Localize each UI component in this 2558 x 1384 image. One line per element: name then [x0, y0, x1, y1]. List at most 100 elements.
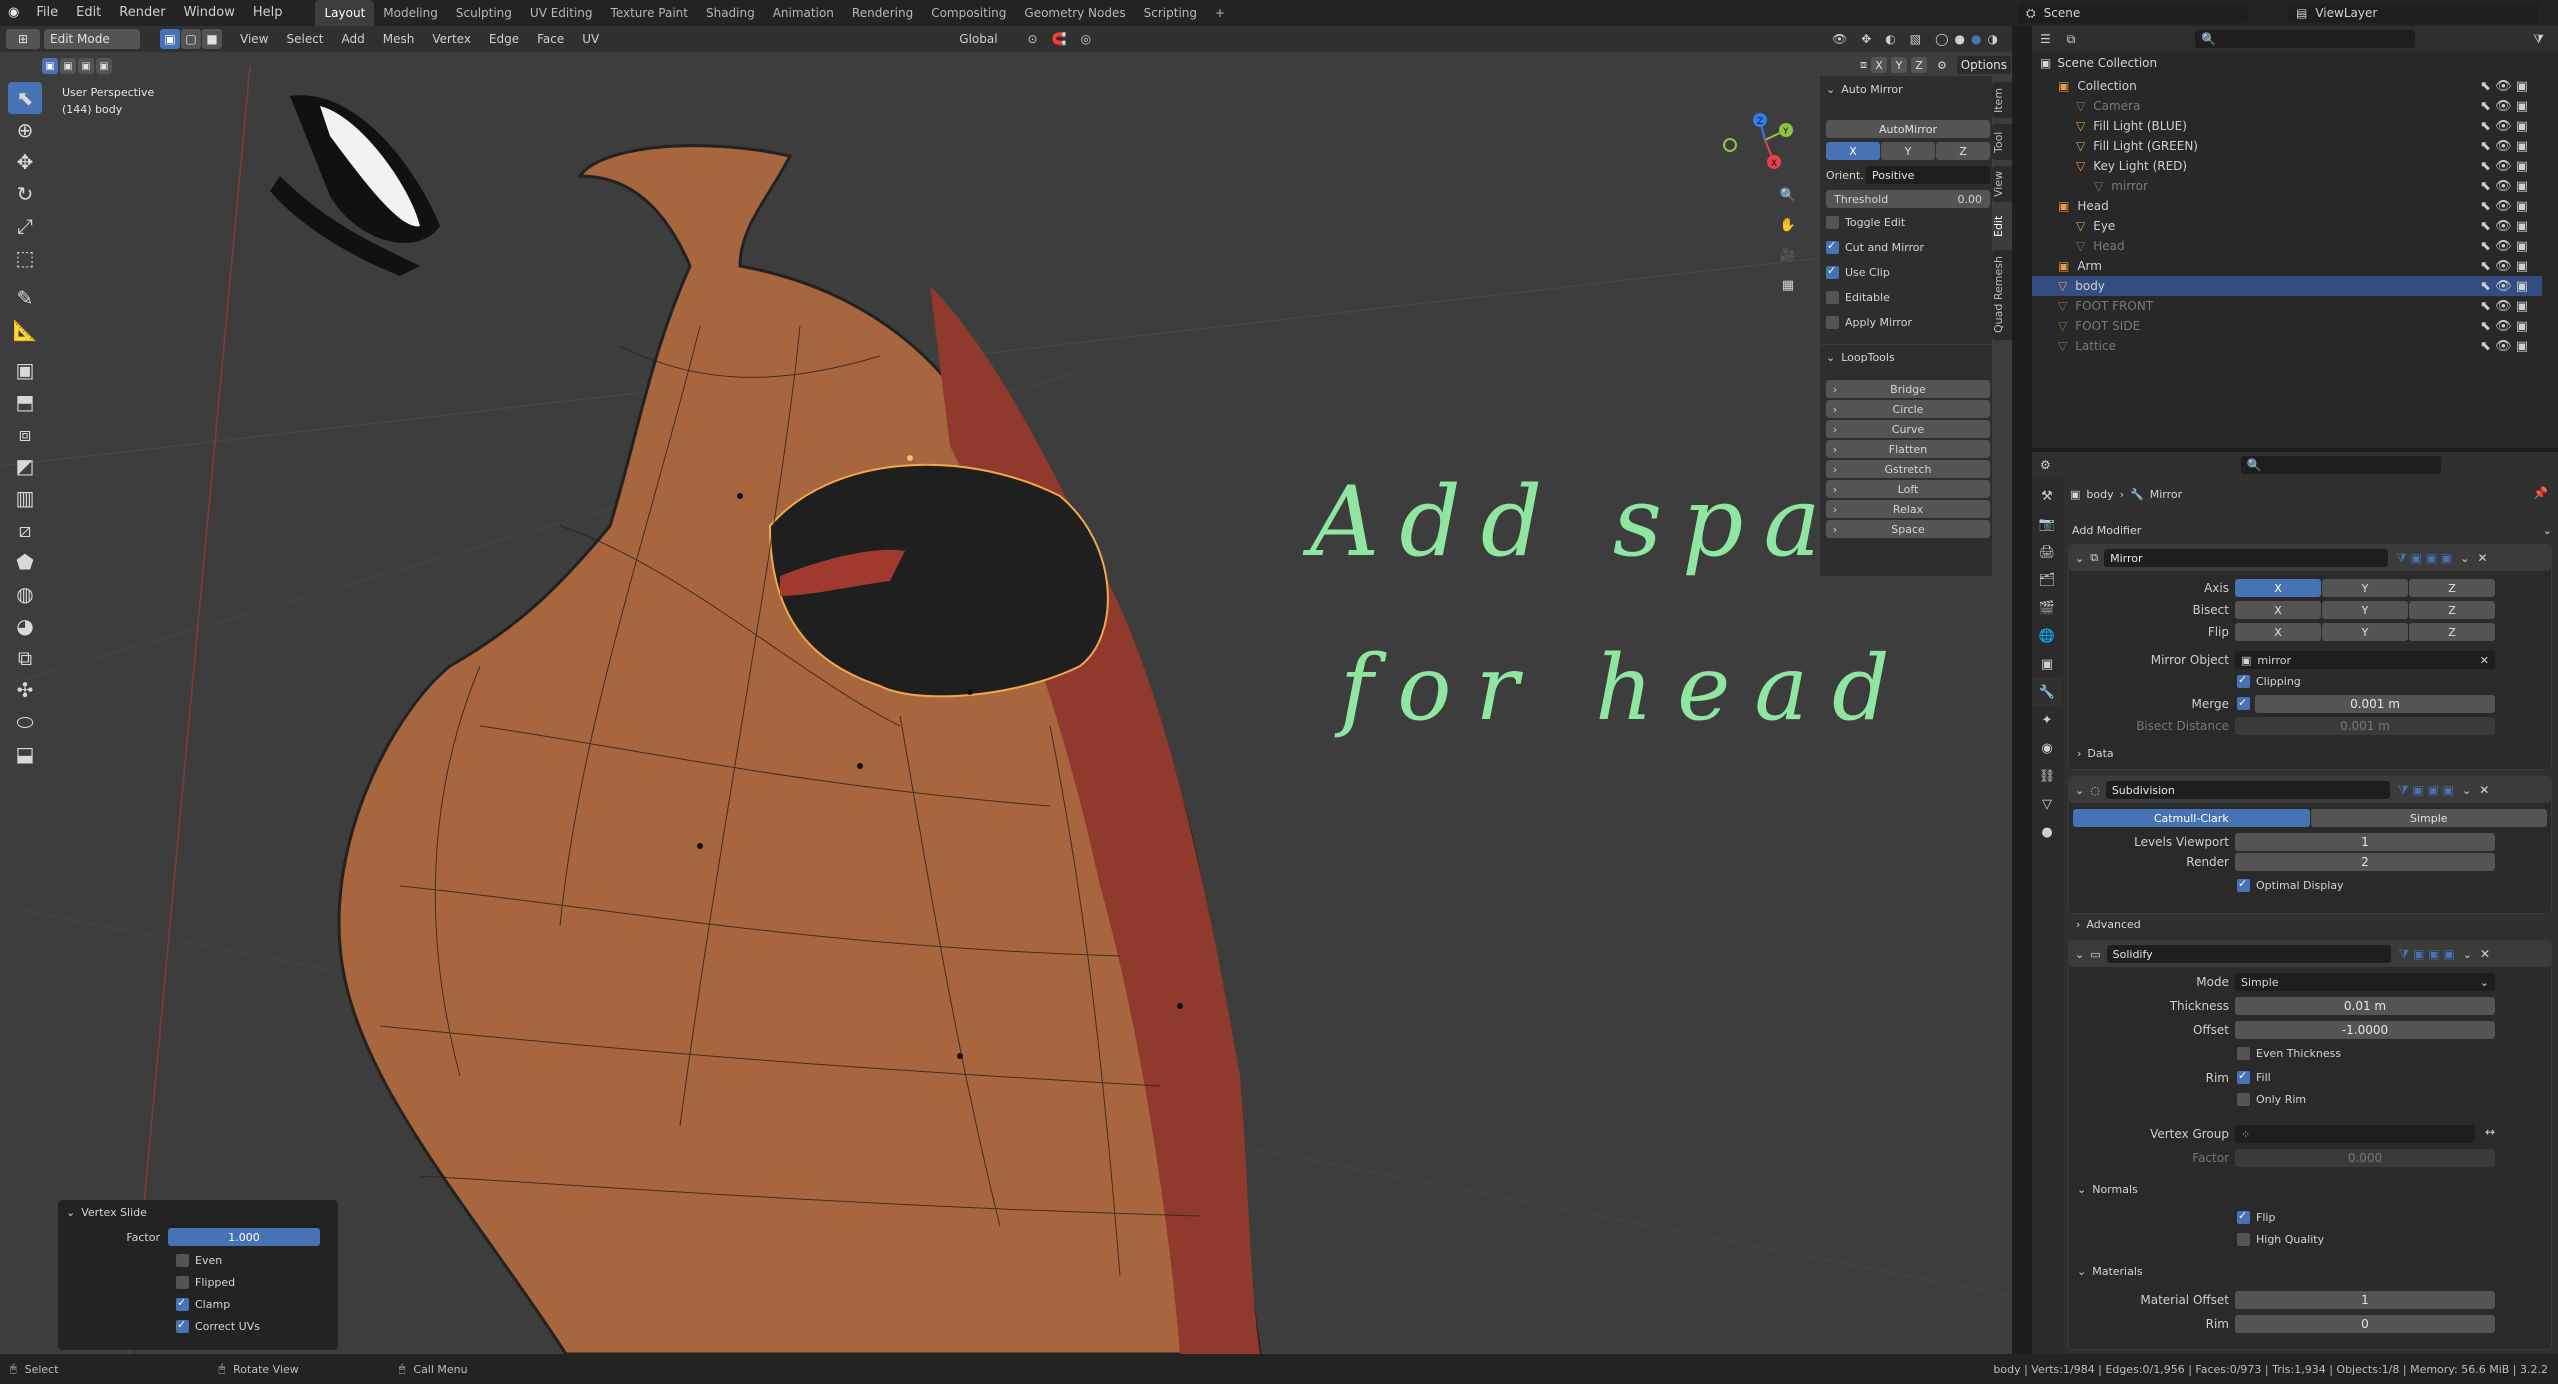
visibility-icon[interactable]: 👁 [1832, 32, 1847, 46]
constraints-tab-icon[interactable]: ⛓ [2032, 762, 2062, 790]
visibility-toggles[interactable]: ⬉ 👁 ▣ [2480, 119, 2528, 134]
use-clip-checkbox[interactable]: Use Clip [1826, 266, 1890, 279]
menu-view[interactable]: View [240, 32, 268, 46]
automirror-axis-x[interactable]: X [1826, 142, 1880, 160]
shrink-tool-icon[interactable]: ✣ [8, 674, 42, 706]
shading-solid-icon[interactable]: ● [1955, 32, 1965, 46]
outliner-search[interactable]: 🔍 [2195, 30, 2416, 48]
looptools-item-gstretch[interactable]: › Gstretch [1826, 460, 1990, 478]
axis-z-toggle[interactable]: Z [2409, 579, 2495, 597]
tab-compositing[interactable]: Compositing [922, 0, 1015, 26]
automirror-axis-y[interactable]: Y [1881, 142, 1935, 160]
bisect-y-toggle[interactable]: Y [2322, 601, 2408, 619]
add-cube-tool-icon[interactable]: ▣ [8, 354, 42, 386]
threshold-field[interactable]: Threshold 0.00 [1826, 190, 1990, 208]
mirror-object-field[interactable]: ▣ mirror ✕ [2235, 651, 2495, 669]
shading-rendered-icon[interactable]: ◑ [1988, 32, 1998, 46]
outliner-item-body[interactable]: ▽ body ⬉ 👁 ▣ [2032, 276, 2542, 296]
render-tab-icon[interactable]: 📷 [2032, 510, 2062, 538]
scale-tool-icon[interactable]: ⤢ [8, 210, 42, 242]
visibility-toggles[interactable]: ⬉ 👁 ▣ [2480, 339, 2528, 354]
view-layer-tab-icon[interactable]: 🗂 [2032, 566, 2062, 594]
correct-uvs-checkbox[interactable]: Correct UVs [176, 1320, 260, 1333]
apply-mirror-checkbox[interactable]: Apply Mirror [1826, 316, 1912, 329]
visibility-toggles[interactable]: ⬉ 👁 ▣ [2480, 259, 2528, 274]
collapse-icon[interactable]: ⌄ [2075, 948, 2084, 961]
factor-field[interactable]: 0.000 [2235, 1149, 2495, 1167]
tab-sculpting[interactable]: Sculpting [447, 0, 521, 26]
menu-add[interactable]: Add [342, 32, 365, 46]
gizmo-icon[interactable]: ✥ [1861, 32, 1871, 46]
ortho-grid-icon[interactable]: ▦ [1776, 278, 1800, 308]
xray-icon[interactable]: ▧ [1910, 32, 1921, 46]
properties-search[interactable]: 🔍 [2240, 456, 2441, 474]
outliner-item-head[interactable]: ▽ Head ⬉ 👁 ▣ [2032, 236, 2542, 256]
looptools-item-curve[interactable]: › Curve [1826, 420, 1990, 438]
dropdown-icon[interactable]: ⌄ [2460, 552, 2469, 565]
tab-animation[interactable]: Animation [764, 0, 843, 26]
flipped-checkbox[interactable]: Flipped [176, 1276, 235, 1289]
output-tab-icon[interactable]: 🖨 [2032, 538, 2062, 566]
modifier-tab-icon[interactable]: 🔧 [2032, 678, 2062, 706]
scene-collection-row[interactable]: ▣ Scene Collection [2040, 56, 2157, 70]
measure-tool-icon[interactable]: 📐 [8, 314, 42, 346]
looptools-item-space[interactable]: › Space [1826, 520, 1990, 538]
outliner-item-eye[interactable]: ▽ Eye ⬉ 👁 ▣ [2032, 216, 2542, 236]
sidebar-tab-quad-remesh[interactable]: Quad Remesh [1992, 250, 2012, 340]
menu-render[interactable]: Render [110, 0, 174, 26]
sidebar-tab-view[interactable]: View [1992, 166, 2012, 202]
loopcut-tool-icon[interactable]: ▥ [8, 482, 42, 514]
looptools-item-bridge[interactable]: › Bridge [1826, 380, 1990, 398]
add-workspace-button[interactable]: + [1206, 0, 1234, 26]
viewlayer-selector[interactable]: ▤ ViewLayer [2288, 3, 2538, 23]
annotate-tool-icon[interactable]: ✎ [8, 282, 42, 314]
material-offset-field[interactable]: 1 [2235, 1291, 2495, 1309]
visibility-toggles[interactable]: ⬉ 👁 ▣ [2480, 159, 2528, 174]
visibility-toggles[interactable]: ⬉ 👁 ▣ [2480, 199, 2528, 214]
axis-y-toggle[interactable]: Y [2322, 579, 2408, 597]
vertex-group-field[interactable]: ⁘ [2235, 1125, 2475, 1143]
outliner-item-foot-side[interactable]: ▽ FOOT SIDE ⬉ 👁 ▣ [2032, 316, 2542, 336]
invert-icon[interactable]: ↔ [2485, 1125, 2495, 1139]
menu-help[interactable]: Help [244, 0, 292, 26]
merge-field[interactable]: 0.001 m [2255, 695, 2495, 713]
extrude-tool-icon[interactable]: ⬒ [8, 386, 42, 418]
orientation-dropdown[interactable]: Global [959, 32, 997, 46]
cursor-tool-icon[interactable]: ⊕ [8, 114, 42, 146]
bisect-distance-field[interactable]: 0.001 m [2235, 717, 2495, 735]
looptools-item-circle[interactable]: › Circle [1826, 400, 1990, 418]
outliner-item-mirror[interactable]: ▽ mirror ⬉ 👁 ▣ [2032, 176, 2542, 196]
proportional-edit-icon[interactable]: ◎ [1081, 32, 1091, 46]
particles-tab-icon[interactable]: ✦ [2032, 706, 2062, 734]
sidebar-tab-tool[interactable]: Tool [1992, 124, 2012, 160]
automirror-axis-z[interactable]: Z [1936, 142, 1990, 160]
looptools-item-relax[interactable]: › Relax [1826, 500, 1990, 518]
shading-wire-icon[interactable]: ◯ [1935, 32, 1948, 46]
rip-tool-icon[interactable]: ⬓ [8, 738, 42, 770]
advanced-subpanel-header[interactable]: › Advanced [2076, 918, 2141, 931]
object-tab-icon[interactable]: ▣ [2032, 650, 2062, 678]
looptools-item-loft[interactable]: › Loft [1826, 480, 1990, 498]
visibility-toggles[interactable]: ⬉ 👁 ▣ [2480, 139, 2528, 154]
catmull-clark-button[interactable]: Catmull-Clark [2073, 809, 2310, 827]
tab-scripting[interactable]: Scripting [1135, 0, 1206, 26]
world-tab-icon[interactable]: 🌐 [2032, 622, 2062, 650]
select-subtract-button[interactable]: ▣ [78, 58, 94, 74]
tab-modeling[interactable]: Modeling [374, 0, 447, 26]
flip-z-toggle[interactable]: Z [2409, 623, 2495, 641]
menu-file[interactable]: File [27, 0, 67, 26]
factor-field[interactable]: 1.000 [168, 1228, 320, 1246]
visibility-toggles[interactable]: ⬉ 👁 ▣ [2480, 299, 2528, 314]
transform-tool-icon[interactable]: ⬚ [8, 242, 42, 274]
rim-material-field[interactable]: 0 [2235, 1315, 2495, 1333]
tab-uv-editing[interactable]: UV Editing [521, 0, 602, 26]
physics-tab-icon[interactable]: ◉ [2032, 734, 2062, 762]
tab-texture-paint[interactable]: Texture Paint [602, 0, 697, 26]
camera-view-icon[interactable]: 🎥 [1776, 248, 1800, 278]
outliner-item-camera[interactable]: ▽ Camera ⬉ 👁 ▣ [2032, 96, 2542, 116]
select-new-button[interactable]: ▣ [42, 58, 58, 74]
smooth-tool-icon[interactable]: ◕ [8, 610, 42, 642]
editable-checkbox[interactable]: Editable [1826, 291, 1890, 304]
modifier-toggles-icon[interactable]: ⧩ ▣ ▣ ▣ [2399, 947, 2455, 962]
editor-type-button[interactable]: ☰ [2040, 32, 2051, 46]
